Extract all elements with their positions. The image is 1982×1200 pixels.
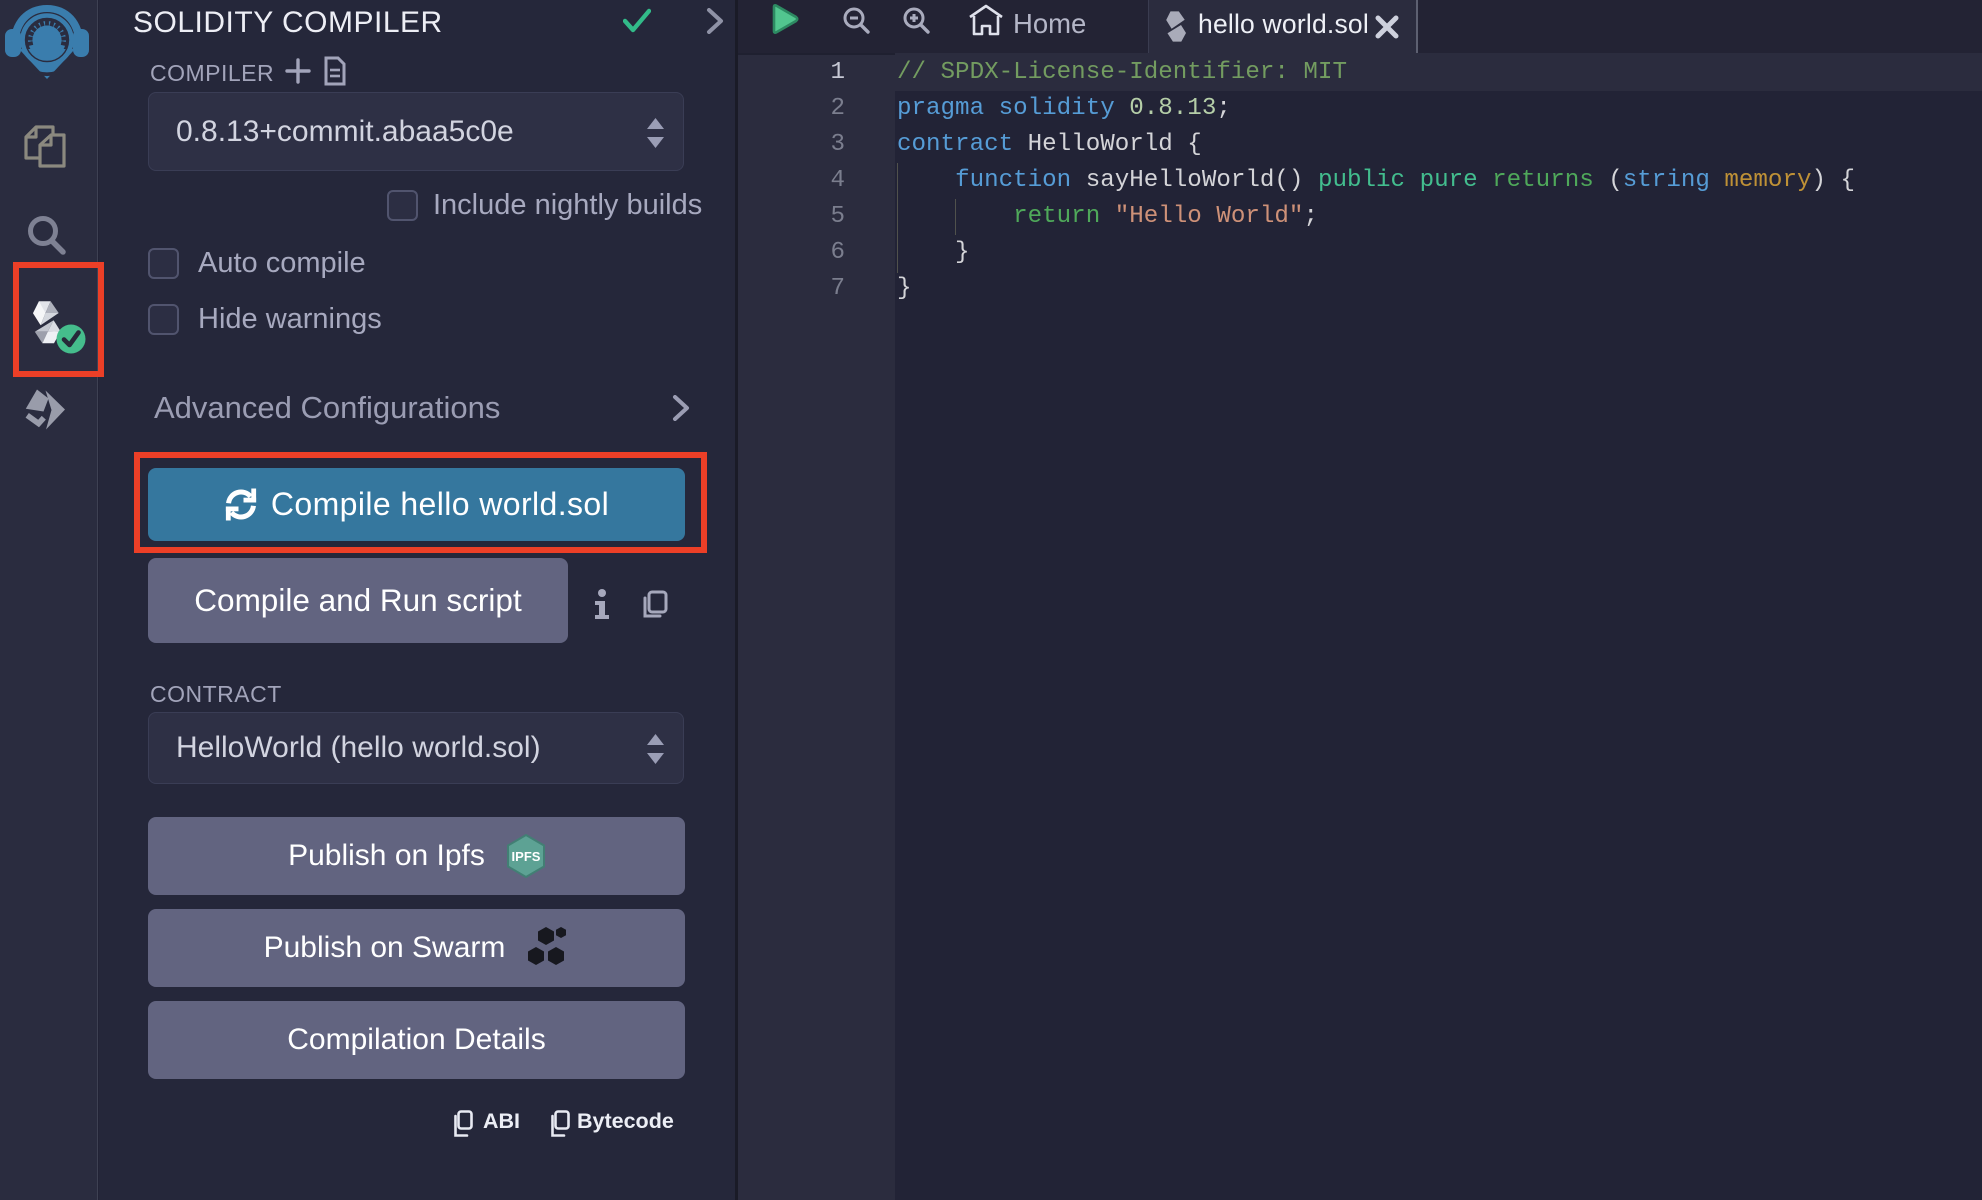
svg-text:IPFS: IPFS — [511, 849, 540, 864]
